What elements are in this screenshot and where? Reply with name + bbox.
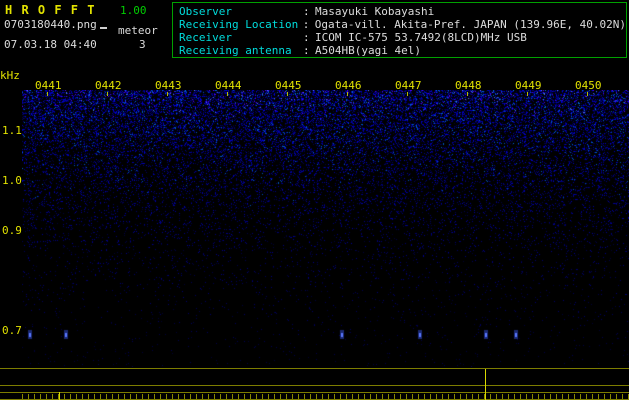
- minute-tick: [347, 92, 348, 96]
- info-separator: :: [303, 31, 310, 44]
- info-label: Receiver: [179, 31, 232, 44]
- freq-tick-label: 0.7: [2, 324, 22, 337]
- info-separator: :: [303, 44, 310, 57]
- freq-tick-label: 0.9: [2, 224, 22, 237]
- minute-tick: [527, 92, 528, 96]
- minute-tick: [167, 92, 168, 96]
- info-value: ICOM IC-575 53.7492(8LCD)MHz USB: [315, 31, 527, 44]
- minute-tick: [47, 92, 48, 96]
- info-value: Masayuki Kobayashi: [315, 5, 435, 18]
- time-tick-label: 0450: [575, 79, 602, 92]
- grid-line: [0, 385, 629, 386]
- station-info-box: Observer : Masayuki Kobayashi Receiving …: [172, 2, 627, 58]
- time-tick-label: 0444: [215, 79, 242, 92]
- strip-event-marker: [485, 369, 486, 400]
- time-tick-label: 0448: [455, 79, 482, 92]
- info-separator: :: [303, 5, 310, 18]
- time-tick-label: 0449: [515, 79, 542, 92]
- info-separator: :: [302, 18, 310, 31]
- strip-time-ticks: [22, 394, 629, 399]
- info-label: Observer: [179, 5, 232, 18]
- minute-tick: [227, 92, 228, 96]
- minute-tick: [107, 92, 108, 96]
- time-tick-label: 0442: [95, 79, 122, 92]
- output-filename: 0703180440.png: [4, 18, 97, 31]
- minute-tick: [467, 92, 468, 96]
- spectrogram-noise-canvas: [22, 90, 629, 367]
- info-row-antenna: Receiving antenna : A504HB(yagi 4el): [179, 44, 626, 57]
- time-tick-label: 0443: [155, 79, 182, 92]
- freq-unit-label: kHz: [0, 69, 20, 82]
- app-title: H R O F F T: [5, 3, 96, 17]
- time-tick-label: 0446: [335, 79, 362, 92]
- meteor-count: 3: [139, 38, 146, 51]
- info-label: Receiving antenna: [179, 44, 292, 57]
- freq-tick-label: 1.1: [2, 124, 22, 137]
- info-value: Ogata-vill. Akita-Pref. JAPAN (139.96E, …: [314, 18, 626, 31]
- time-tick-label: 0441: [35, 79, 62, 92]
- strip-event-marker: [59, 392, 60, 400]
- minute-tick: [287, 92, 288, 96]
- freq-tick-label: 1.0: [2, 174, 22, 187]
- time-tick-label: 0445: [275, 79, 302, 92]
- hrofft-output-screen: H R O F F T 1.00 0703180440.png meteor 0…: [0, 0, 629, 400]
- grid-line: [0, 368, 629, 369]
- grid-line: [0, 392, 629, 393]
- signal-level-strip: [0, 368, 629, 400]
- info-row-location: Receiving Location : Ogata-vill. Akita-P…: [179, 18, 626, 31]
- app-version: 1.00: [120, 4, 147, 17]
- text-cursor: [100, 27, 107, 29]
- time-tick-label: 0447: [395, 79, 422, 92]
- minute-tick: [407, 92, 408, 96]
- info-value: A504HB(yagi 4el): [315, 44, 421, 57]
- info-row-receiver: Receiver : ICOM IC-575 53.7492(8LCD)MHz …: [179, 31, 626, 44]
- info-row-observer: Observer : Masayuki Kobayashi: [179, 5, 626, 18]
- mode-label: meteor: [118, 24, 158, 37]
- datetime-label: 07.03.18 04:40: [4, 38, 97, 51]
- minute-tick: [587, 92, 588, 96]
- info-label: Receiving Location: [179, 18, 299, 31]
